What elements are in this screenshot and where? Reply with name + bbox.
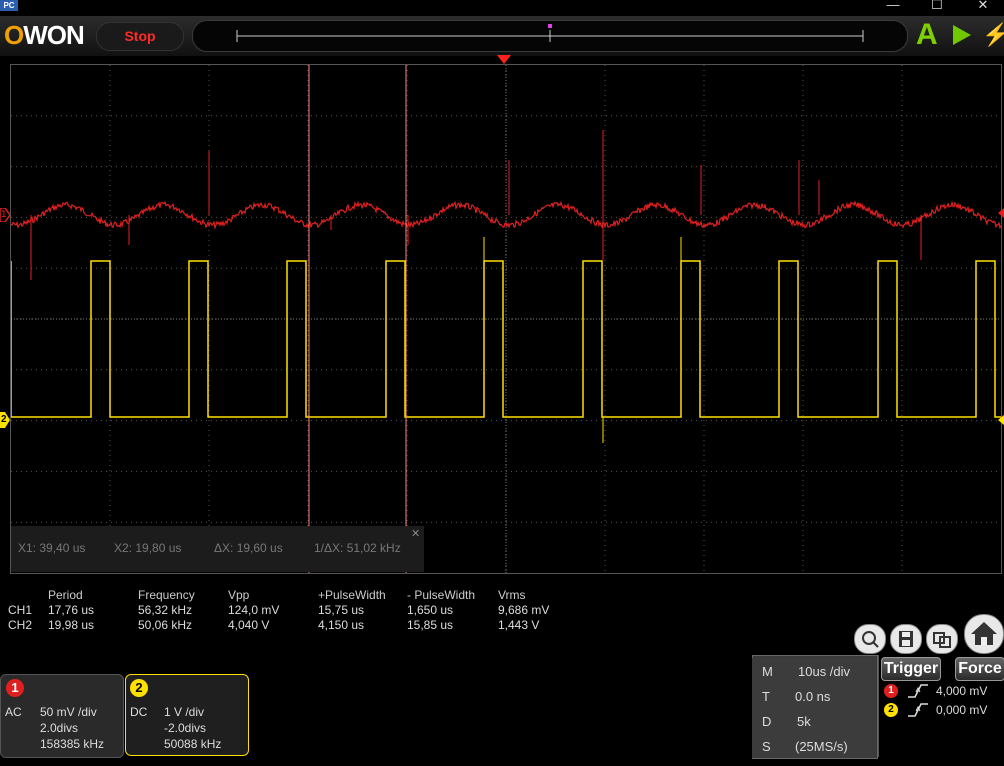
meas-value: 4,150 us — [318, 618, 365, 632]
cursor-x2: X2: 19,80 us — [114, 541, 182, 555]
meas-header-pos-pulse: +PulseWidth — [318, 588, 386, 602]
meas-value: 1,650 us — [407, 603, 454, 617]
trigger-button[interactable]: Trigger — [881, 657, 941, 681]
ch2-scale: 1 V /div — [164, 705, 205, 719]
force-button[interactable]: Force — [955, 657, 1004, 681]
meas-value: 9,686 mV — [498, 603, 550, 617]
meas-header-vpp: Vpp — [228, 588, 250, 602]
app-icon: PC — [0, 0, 18, 11]
trigger-level-ch2: 0,000 mV — [936, 703, 988, 717]
meas-header-neg-pulse: - PulseWidth — [407, 588, 476, 602]
trigger-ch1-badge: 1 — [884, 684, 898, 698]
title-bar — [0, 0, 1004, 16]
ch2-trigger-level-marker[interactable] — [998, 415, 1004, 425]
timebase-value: 5k — [797, 714, 811, 729]
trigger-ch2-badge: 2 — [884, 703, 898, 717]
close-button[interactable]: ✕ — [968, 0, 998, 13]
ch1-frequency: 158385 kHz — [40, 737, 105, 751]
ch1-badge: 1 — [6, 679, 24, 697]
meas-value: 50,06 kHz — [138, 618, 193, 632]
ch2-badge: 2 — [130, 679, 148, 697]
maximize-button[interactable]: ☐ — [922, 0, 952, 13]
cursor-inverse-delta: 1/ΔX: 51,02 kHz — [314, 541, 401, 555]
timebase-value: 10us /div — [798, 664, 851, 679]
ch2-coupling: DC — [130, 705, 148, 719]
meas-header-vrms: Vrms — [498, 588, 526, 602]
ch1-scale: 50 mV /div — [40, 705, 97, 719]
timebase-key: T — [762, 689, 770, 704]
auto-button[interactable]: A — [916, 20, 942, 50]
ch1-offset: 2.0divs — [40, 721, 79, 735]
rising-edge-icon — [908, 684, 928, 698]
meas-value: 4,040 V — [228, 618, 270, 632]
save-icon[interactable] — [890, 624, 922, 654]
lightning-icon[interactable]: ⚡ — [982, 22, 1004, 48]
meas-header-period: Period — [48, 588, 83, 602]
timebase-key: D — [762, 714, 772, 729]
meas-value: 15,75 us — [318, 603, 365, 617]
minimize-button[interactable]: — — [878, 0, 908, 13]
timeline-overview[interactable] — [192, 20, 908, 52]
meas-value: 1,443 V — [498, 618, 540, 632]
export-icon[interactable] — [926, 624, 958, 654]
meas-value: 15,85 us — [407, 618, 454, 632]
trigger-position-marker[interactable] — [497, 55, 511, 65]
cursor-x1: X1: 39,40 us — [18, 541, 86, 555]
waveform-display[interactable] — [10, 64, 1002, 574]
cursor-delta-x: ΔX: 19,60 us — [214, 541, 283, 555]
meas-row-label: CH1 — [8, 603, 33, 617]
timebase-value: (25MS/s) — [795, 739, 848, 754]
meas-value: 56,32 kHz — [138, 603, 193, 617]
ch1-coupling: AC — [5, 705, 22, 719]
owon-logo: OWON — [4, 20, 85, 50]
trigger-level-ch1: 4,000 mV — [936, 684, 988, 698]
meas-row-label: CH2 — [8, 618, 33, 632]
play-icon[interactable] — [950, 22, 974, 48]
ch1-marker[interactable]: 1 — [0, 207, 11, 223]
ch1-trigger-level-marker[interactable] — [998, 208, 1004, 218]
home-icon[interactable] — [964, 614, 1004, 654]
run-stop-button[interactable]: Stop — [96, 22, 184, 51]
timebase-value: 0.0 ns — [795, 689, 831, 704]
meas-header-frequency: Frequency — [138, 588, 195, 602]
ch2-marker[interactable]: 2 — [0, 412, 10, 428]
ch2-frequency: 50088 kHz — [164, 737, 222, 751]
meas-value: 19,98 us — [48, 618, 95, 632]
logo-text: WON — [23, 20, 85, 50]
meas-value: 124,0 mV — [228, 603, 280, 617]
ch2-offset: -2.0divs — [164, 721, 207, 735]
meas-value: 17,76 us — [48, 603, 95, 617]
timebase-key: M — [762, 664, 773, 679]
rising-edge-icon — [908, 703, 928, 717]
zoom-icon[interactable] — [854, 624, 886, 654]
close-icon[interactable]: ✕ — [411, 527, 420, 540]
timebase-key: S — [762, 739, 771, 754]
